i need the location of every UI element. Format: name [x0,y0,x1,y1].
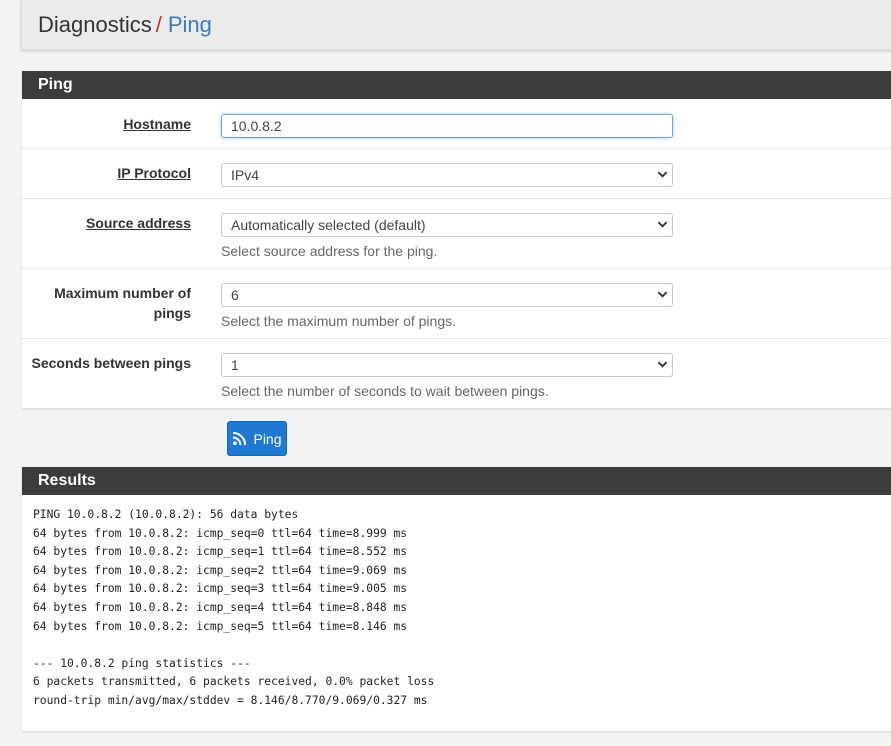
results-output: PING 10.0.8.2 (10.0.8.2): 56 data bytes … [22,495,891,711]
results-panel: Results PING 10.0.8.2 (10.0.8.2): 56 dat… [22,467,891,731]
max-pings-help: Select the maximum number of pings. [221,313,456,329]
result-line: 64 bytes from 10.0.8.2: icmp_seq=1 ttl=6… [33,545,408,559]
result-line [33,636,891,655]
hostname-row: Hostname 10.0.8.2 [22,99,891,149]
result-line: 64 bytes from 10.0.8.2: icmp_seq=0 ttl=6… [33,526,408,540]
result-line: 64 bytes from 10.0.8.2: icmp_seq=4 ttl=6… [33,600,408,614]
source-address-select[interactable]: Automatically selected (default) [221,213,673,237]
max-pings-label: Maximum number of pings [54,285,191,321]
ip-protocol-label: IP Protocol [117,165,191,181]
ping-panel: Ping Hostname 10.0.8.2 IP Protocol IPv4 … [22,71,891,408]
result-line: 64 bytes from 10.0.8.2: icmp_seq=2 ttl=6… [33,563,408,577]
rss-icon [233,431,247,446]
ip-protocol-select[interactable]: IPv4 [221,163,673,187]
max-pings-row: Maximum number of pings 6 Select the maxi… [22,269,891,339]
chevron-down-icon [657,171,668,178]
ip-protocol-row: IP Protocol IPv4 [22,149,891,199]
max-pings-select[interactable]: 6 [221,283,673,307]
ping-button-label: Ping [253,430,282,447]
seconds-between-label: Seconds between pings [31,355,191,371]
ping-panel-title: Ping [22,71,891,99]
breadcrumb-ping[interactable]: Ping [168,12,212,37]
source-address-help: Select source address for the ping. [221,243,438,259]
result-line: PING 10.0.8.2 (10.0.8.2): 56 data bytes [33,508,299,521]
source-address-row: Source address Automatically selected (d… [22,199,891,269]
hostname-input[interactable]: 10.0.8.2 [221,114,673,138]
seconds-between-row: Seconds between pings 1 Select the numbe… [22,339,891,408]
chevron-down-icon [657,361,668,368]
breadcrumb: Diagnostics / Ping [21,0,891,50]
ping-button[interactable]: Ping [227,421,287,456]
result-line: round-trip min/avg/max/stddev = 8.146/8.… [33,693,428,707]
results-panel-title: Results [22,467,891,495]
breadcrumb-separator: / [155,12,162,37]
result-line: --- 10.0.8.2 ping statistics --- [33,656,251,670]
result-line: 64 bytes from 10.0.8.2: icmp_seq=5 ttl=6… [33,619,408,633]
source-address-label: Source address [85,215,191,231]
chevron-down-icon [657,221,668,228]
seconds-between-select[interactable]: 1 [221,353,673,377]
seconds-between-help: Select the number of seconds to wait bet… [221,383,549,399]
breadcrumb-diagnostics[interactable]: Diagnostics [38,12,152,37]
result-line: 6 packets transmitted, 6 packets receive… [33,675,435,689]
result-line: 64 bytes from 10.0.8.2: icmp_seq=3 ttl=6… [33,582,408,596]
hostname-label: Hostname [123,116,191,132]
chevron-down-icon [657,291,668,298]
